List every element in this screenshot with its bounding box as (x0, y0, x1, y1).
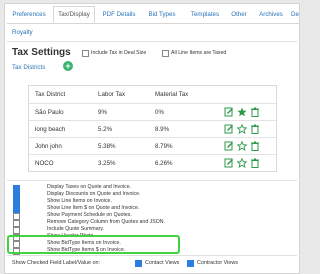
cell-labor-tax: 3.25% (98, 160, 116, 167)
all-line-items-taxed-label: All Line Items are Taxed (171, 50, 227, 56)
option-label: Show Payment Schedule on Quotes. (47, 212, 132, 218)
tab-bar: Preferences Tax/Display PDF Details Bid … (7, 4, 299, 24)
option-label: Show Line Items on Invoice. (47, 198, 112, 204)
trash-icon[interactable] (250, 107, 260, 117)
edit-icon[interactable] (224, 107, 234, 117)
contractor-views-label: Contractor Views (197, 260, 238, 266)
show-checked-field-label: Show Checked Field Label/Value on: (12, 260, 101, 266)
trash-icon[interactable] (250, 141, 260, 151)
edit-icon[interactable] (224, 158, 234, 168)
highlight-box (7, 235, 180, 254)
tab-pdf-details[interactable]: PDF Details (99, 7, 139, 23)
divider (7, 41, 297, 42)
contact-views-checkbox[interactable] (135, 260, 142, 267)
table-row: São Paulo 9% 0% (29, 103, 276, 120)
include-tax-label: Include Tax in Deal Size (91, 50, 147, 56)
cell-material-tax: 8.79% (155, 143, 173, 150)
all-line-items-taxed-checkbox[interactable] (162, 50, 169, 57)
header-labor-tax: Labor Tax (98, 91, 126, 98)
option-checkbox[interactable] (13, 199, 20, 206)
cell-district: long beach (35, 126, 66, 133)
star-outline-icon[interactable] (237, 141, 247, 151)
star-outline-icon[interactable] (237, 124, 247, 134)
tab-other[interactable]: Other (229, 7, 249, 23)
cell-material-tax: 6.26% (155, 160, 173, 167)
option-checkbox[interactable] (13, 206, 20, 213)
cell-labor-tax: 9% (98, 109, 107, 116)
option-checkbox[interactable] (13, 185, 20, 192)
include-tax-checkbox[interactable] (82, 50, 89, 57)
edit-icon[interactable] (224, 141, 234, 151)
option-label: Remove Category Column from Quotes and J… (47, 219, 165, 225)
header-tax-district: Tax District (35, 91, 66, 98)
settings-panel: Preferences Tax/Display PDF Details Bid … (4, 3, 300, 274)
option-checkbox[interactable] (13, 213, 20, 220)
trash-icon[interactable] (250, 158, 260, 168)
cell-district: John john (35, 143, 62, 150)
star-outline-icon[interactable] (237, 158, 247, 168)
table-row: John john 5.38% 8.79% (29, 137, 276, 154)
table-header: Tax District Labor Tax Material Tax (29, 86, 276, 103)
add-tax-district-button[interactable]: + (63, 61, 73, 71)
cell-district: São Paulo (35, 109, 64, 116)
cell-labor-tax: 5.38% (98, 143, 116, 150)
option-checkbox[interactable] (13, 192, 20, 199)
cell-material-tax: 0% (155, 109, 164, 116)
option-label: Display Taxes on Quote and Invoice. (47, 184, 132, 190)
tax-district-table: Tax District Labor Tax Material Tax São … (28, 85, 277, 172)
tab-archives[interactable]: Archives (256, 7, 286, 23)
tab-bid-types[interactable]: Bid Types (145, 7, 179, 23)
option-checkbox[interactable] (13, 227, 20, 234)
option-label: Show Line Item $ on Quote and Invoice. (47, 205, 140, 211)
star-filled-icon[interactable] (237, 107, 247, 117)
table-row: NOCO 3.25% 6.26% (29, 154, 276, 171)
tab-royalty[interactable]: Royalty (12, 29, 33, 36)
option-checkbox[interactable] (13, 220, 20, 227)
tab-de[interactable]: De (291, 7, 299, 23)
edit-icon[interactable] (224, 124, 234, 134)
cell-material-tax: 8.9% (155, 126, 170, 133)
cell-labor-tax: 5.2% (98, 126, 113, 133)
tax-districts-link[interactable]: Tax Districts (12, 64, 45, 71)
option-label: Include Quote Summary. (47, 226, 104, 232)
tax-settings-title: Tax Settings (12, 47, 71, 58)
tab-preferences[interactable]: Preferences (7, 7, 51, 23)
contact-views-label: Contact Views (145, 260, 180, 266)
table-row: long beach 5.2% 8.9% (29, 120, 276, 137)
contractor-views-checkbox[interactable] (187, 260, 194, 267)
tab-tax-display[interactable]: Tax/Display (53, 6, 95, 23)
trash-icon[interactable] (250, 124, 260, 134)
divider (7, 255, 297, 256)
option-label: Display Discounts on Quote and Invoice. (47, 191, 141, 197)
header-material-tax: Material Tax (155, 91, 189, 98)
divider (7, 180, 297, 181)
tab-templates[interactable]: Templates (187, 7, 223, 23)
cell-district: NOCO (35, 160, 54, 167)
